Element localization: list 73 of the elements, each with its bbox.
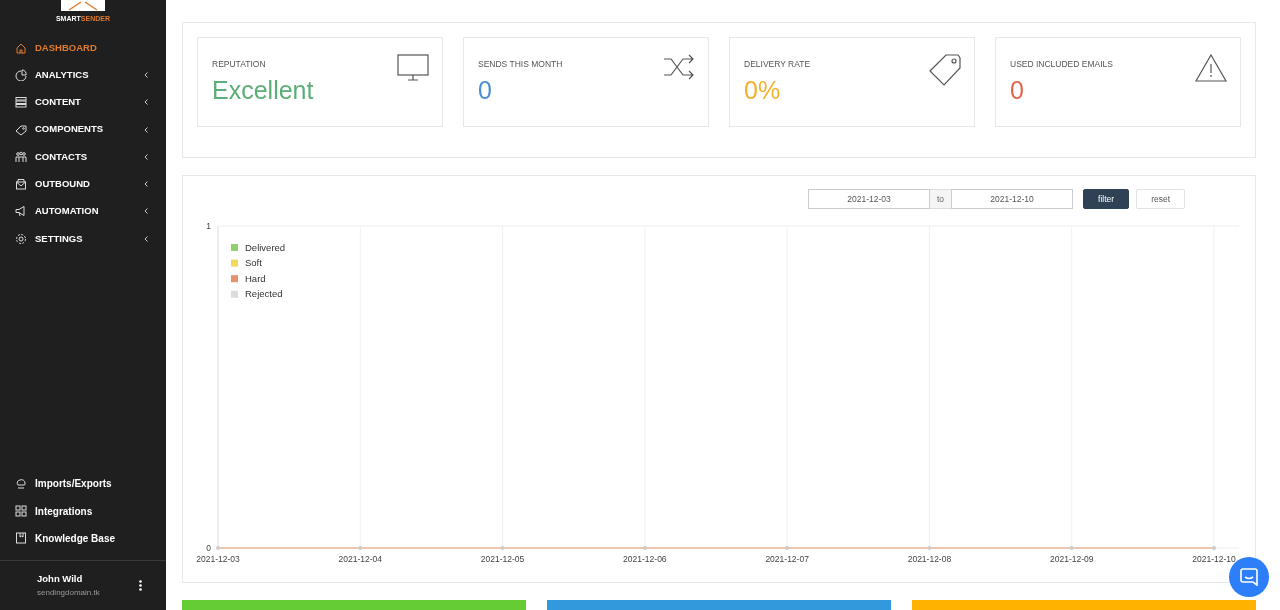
nav-icon xyxy=(15,150,27,163)
legend-label: Soft xyxy=(245,257,262,269)
user-name: John Wild xyxy=(37,572,84,587)
stat-value: 0 xyxy=(1010,74,1025,105)
user-domain: sendingdomain.tk xyxy=(37,586,101,599)
nav-icon xyxy=(15,205,27,218)
date-to-field[interactable]: 2021-12-10 xyxy=(951,189,1074,209)
chevron-icon xyxy=(144,235,148,242)
nav-link[interactable]: Knowledge Base xyxy=(0,524,166,552)
chevron-icon xyxy=(144,126,148,133)
chat-icon xyxy=(1240,568,1258,586)
data-point xyxy=(500,546,505,550)
monitor-icon xyxy=(397,54,429,82)
nav-item[interactable]: DASHBOARD xyxy=(0,34,166,62)
warning-icon xyxy=(1195,54,1227,82)
x-tick-label: 2021-12-10 xyxy=(1192,554,1236,564)
stat-value: 0 xyxy=(478,74,493,105)
chevron-icon xyxy=(144,71,148,78)
stat-label: SENDS THIS MONTH xyxy=(478,58,564,71)
nav-item[interactable]: OUTBOUND xyxy=(0,170,166,198)
nav-item[interactable]: AUTOMATION xyxy=(0,197,166,226)
nav-icon xyxy=(15,123,27,136)
stat-value: Excellent xyxy=(212,74,315,105)
nav-icon xyxy=(15,41,27,54)
nav-link[interactable]: Imports/Exports xyxy=(0,470,166,498)
chevron-icon xyxy=(144,181,148,188)
nav-icon xyxy=(15,178,27,191)
nav-item[interactable]: CONTACTS xyxy=(0,143,166,171)
date-separator: to xyxy=(930,189,952,209)
nav-icon xyxy=(15,68,27,81)
nav-item[interactable]: ANALYTICS xyxy=(0,61,166,89)
filter-button[interactable]: filter xyxy=(1083,189,1130,209)
stat-label: DELIVERY RATE xyxy=(744,58,812,71)
legend-label: Rejected xyxy=(245,288,283,300)
nav-icon xyxy=(15,96,27,109)
reset-button[interactable]: reset xyxy=(1136,189,1186,209)
chevron-icon xyxy=(144,99,148,106)
data-point xyxy=(358,546,363,550)
logo-icon xyxy=(61,0,105,11)
nav-icon xyxy=(15,505,27,518)
x-tick-label: 2021-12-09 xyxy=(1049,554,1094,564)
nav-icon xyxy=(15,232,27,245)
stat-label: REPUTATION xyxy=(212,58,267,71)
more-icon[interactable] xyxy=(139,580,142,591)
chevron-icon xyxy=(144,153,148,160)
data-point xyxy=(927,546,932,550)
nav-icon xyxy=(15,532,27,545)
x-tick-label: 2021-12-08 xyxy=(907,554,952,564)
x-tick-label: 2021-12-07 xyxy=(765,554,809,564)
legend-label: Hard xyxy=(245,272,266,284)
nav-link[interactable]: Integrations xyxy=(0,497,166,525)
data-point xyxy=(216,546,220,550)
data-point xyxy=(1069,546,1074,550)
x-tick-label: 2021-12-03 xyxy=(196,554,240,564)
y-tick-label: 1 xyxy=(206,221,211,231)
nav-item[interactable]: SETTINGS xyxy=(0,225,166,253)
x-tick-label: 2021-12-04 xyxy=(338,554,383,564)
date-from-field[interactable]: 2021-12-03 xyxy=(808,189,930,209)
tag-icon xyxy=(929,54,961,86)
stat-label: USED INCLUDED EMAILS xyxy=(1010,58,1114,71)
x-tick-label: 2021-12-06 xyxy=(623,554,667,564)
x-tick-label: 2021-12-05 xyxy=(480,554,525,564)
data-point xyxy=(642,546,647,550)
stat-value: 0% xyxy=(744,74,782,105)
legend-label: Delivered xyxy=(245,241,286,253)
nav-icon xyxy=(15,477,27,490)
shuffle-icon xyxy=(663,54,695,80)
data-point xyxy=(785,546,790,550)
nav-item[interactable]: COMPONENTS xyxy=(0,115,166,144)
y-tick-label: 0 xyxy=(206,543,211,553)
data-point xyxy=(1212,546,1216,550)
chevron-icon xyxy=(144,208,148,215)
nav-item[interactable]: CONTENT xyxy=(0,88,166,116)
